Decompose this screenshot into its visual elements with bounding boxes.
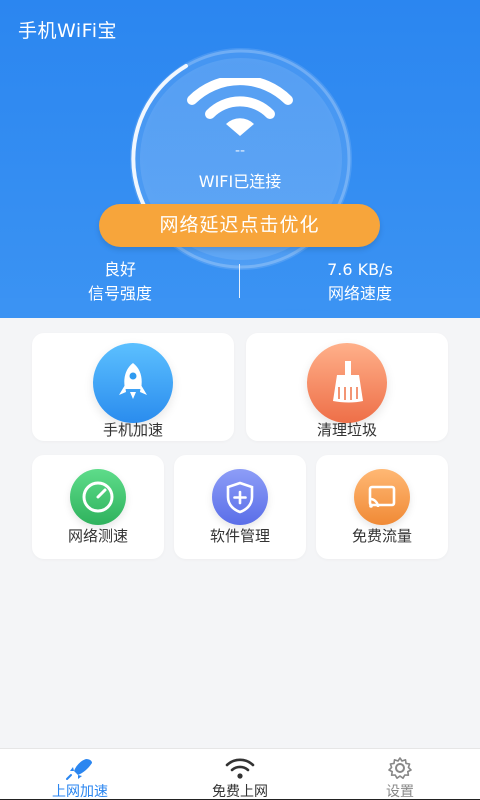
tab-internet-boost[interactable]: 上网加速: [0, 749, 160, 800]
network-speed-value: 7.6 KB/s: [327, 260, 393, 279]
speed-test-icon-bg: [70, 469, 126, 525]
signal-strength-value: 良好: [103, 260, 136, 279]
tab-free-internet[interactable]: 免费上网: [160, 749, 320, 800]
speed-test-label: 网络测速: [67, 527, 128, 545]
stats-divider: [239, 264, 240, 298]
connection-status: WIFI已连接: [198, 172, 282, 191]
speed-test-card[interactable]: 网络测速: [32, 455, 164, 559]
app-manager-card[interactable]: 软件管理: [174, 455, 306, 559]
tab-internet-boost-label: 上网加速: [52, 784, 108, 800]
signal-strength-stat: 良好 信号强度: [20, 258, 220, 306]
phone-boost-icon-bg: [93, 343, 173, 423]
rocket-icon: [66, 759, 92, 780]
free-data-card[interactable]: 免费流量: [316, 455, 448, 559]
bottom-tab-bar: 上网加速 免费上网 设置: [0, 748, 480, 800]
gear-icon: [388, 757, 412, 779]
ssid-label: --: [234, 143, 246, 159]
free-data-icon-bg: [354, 469, 410, 525]
wifi-icon: [225, 758, 255, 779]
network-speed-label: 网络速度: [327, 284, 392, 303]
speedometer-icon: [82, 481, 114, 513]
app-title: 手机WiFi宝: [18, 20, 117, 42]
shield-plus-icon: [226, 481, 254, 514]
network-speed-stat: 7.6 KB/s 网络速度: [260, 258, 460, 306]
tab-settings[interactable]: 设置: [320, 749, 480, 800]
phone-boost-card[interactable]: 手机加速: [32, 333, 234, 441]
free-data-label: 免费流量: [351, 527, 412, 545]
broom-icon: [333, 361, 363, 403]
tab-settings-label: 设置: [386, 784, 414, 800]
clean-junk-label: 清理垃圾: [316, 421, 377, 439]
tab-free-internet-label: 免费上网: [212, 784, 268, 800]
signal-strength-label: 信号强度: [87, 284, 152, 303]
cast-icon: [368, 485, 396, 508]
clean-junk-icon-bg: [307, 343, 387, 423]
rocket-icon: [119, 363, 147, 399]
phone-boost-label: 手机加速: [102, 421, 163, 439]
app-manager-icon-bg: [212, 469, 268, 525]
app-manager-label: 软件管理: [209, 527, 270, 545]
wifi-icon: [187, 78, 293, 136]
clean-junk-card[interactable]: 清理垃圾: [246, 333, 448, 441]
optimize-network-button[interactable]: 网络延迟点击优化: [99, 204, 380, 247]
